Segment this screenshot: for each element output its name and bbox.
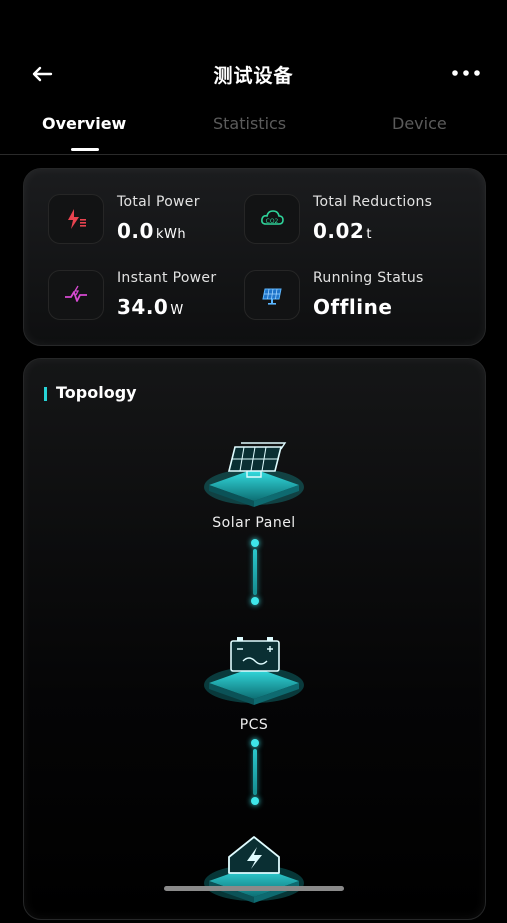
header: 测试设备 [0, 0, 507, 108]
pulse-icon [48, 270, 104, 320]
tab-statistics[interactable]: Statistics [213, 114, 286, 133]
home-energy-node-icon[interactable] [199, 833, 309, 923]
solar-panel-label: Solar Panel [212, 515, 296, 531]
total-power-unit: kWh [155, 227, 187, 242]
topology-title: Topology [56, 383, 137, 402]
instant-power-label: Instant Power [117, 270, 217, 286]
total-power-label: Total Power [117, 194, 200, 210]
connector-dot [251, 539, 259, 547]
connector-pcs-home [251, 739, 259, 805]
solar-panel-node-icon[interactable] [199, 437, 309, 527]
home-indicator[interactable] [164, 886, 344, 891]
instant-power-value: 34.0 W [117, 295, 184, 319]
connector-dot [251, 597, 259, 605]
connector-line [253, 549, 257, 595]
instant-power-unit: W [170, 303, 184, 318]
svg-text:CO2: CO2 [266, 218, 279, 225]
tab-overview[interactable]: Overview [42, 114, 126, 133]
running-status-label: Running Status [313, 270, 424, 286]
running-status-value: Offline [313, 295, 393, 319]
co2-cloud-icon: CO2 [244, 194, 300, 244]
page-title: 测试设备 [213, 65, 294, 87]
tab-device[interactable]: Device [392, 114, 447, 133]
more-options-icon[interactable] [451, 66, 481, 80]
total-power-value: 0.0 kWh [117, 219, 186, 243]
topology-title-accent [44, 387, 47, 401]
topology-card: Topology Solar Panel PCS [23, 358, 486, 920]
pcs-node-icon[interactable] [199, 635, 309, 725]
tab-bar: Overview Statistics Device [0, 108, 507, 155]
total-reductions-value: 0.02 t [313, 219, 372, 243]
total-reductions-unit: t [366, 227, 372, 242]
power-icon [48, 194, 104, 244]
connector-solar-pcs [251, 539, 259, 605]
total-reductions-number: 0.02 [313, 219, 365, 243]
solar-status-icon [244, 270, 300, 320]
total-power-number: 0.0 [117, 219, 154, 243]
tab-active-indicator [71, 148, 99, 151]
connector-line [253, 749, 257, 795]
pcs-label: PCS [239, 717, 269, 733]
instant-power-number: 34.0 [117, 295, 169, 319]
connector-dot [251, 797, 259, 805]
connector-dot [251, 739, 259, 747]
stats-card: Total Power 0.0 kWh CO2 Total Reductions … [23, 168, 486, 346]
total-reductions-label: Total Reductions [313, 194, 433, 210]
